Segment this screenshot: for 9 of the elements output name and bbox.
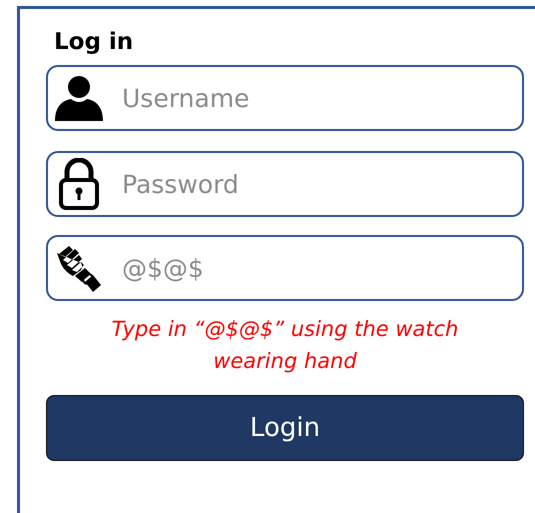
- hand-with-watch-icon: [55, 244, 103, 292]
- input-field[interactable]: Username: [46, 65, 524, 131]
- login-button[interactable]: Login: [46, 395, 524, 461]
- input-field[interactable]: Password: [46, 151, 524, 217]
- input-field[interactable]: @$@$: [46, 235, 524, 301]
- login-title: Log in: [54, 29, 134, 55]
- padlock-icon: [58, 158, 100, 210]
- person-icon: [55, 74, 103, 122]
- hint-text: Type in “@$@$” using the watch wearing hand: [110, 316, 460, 375]
